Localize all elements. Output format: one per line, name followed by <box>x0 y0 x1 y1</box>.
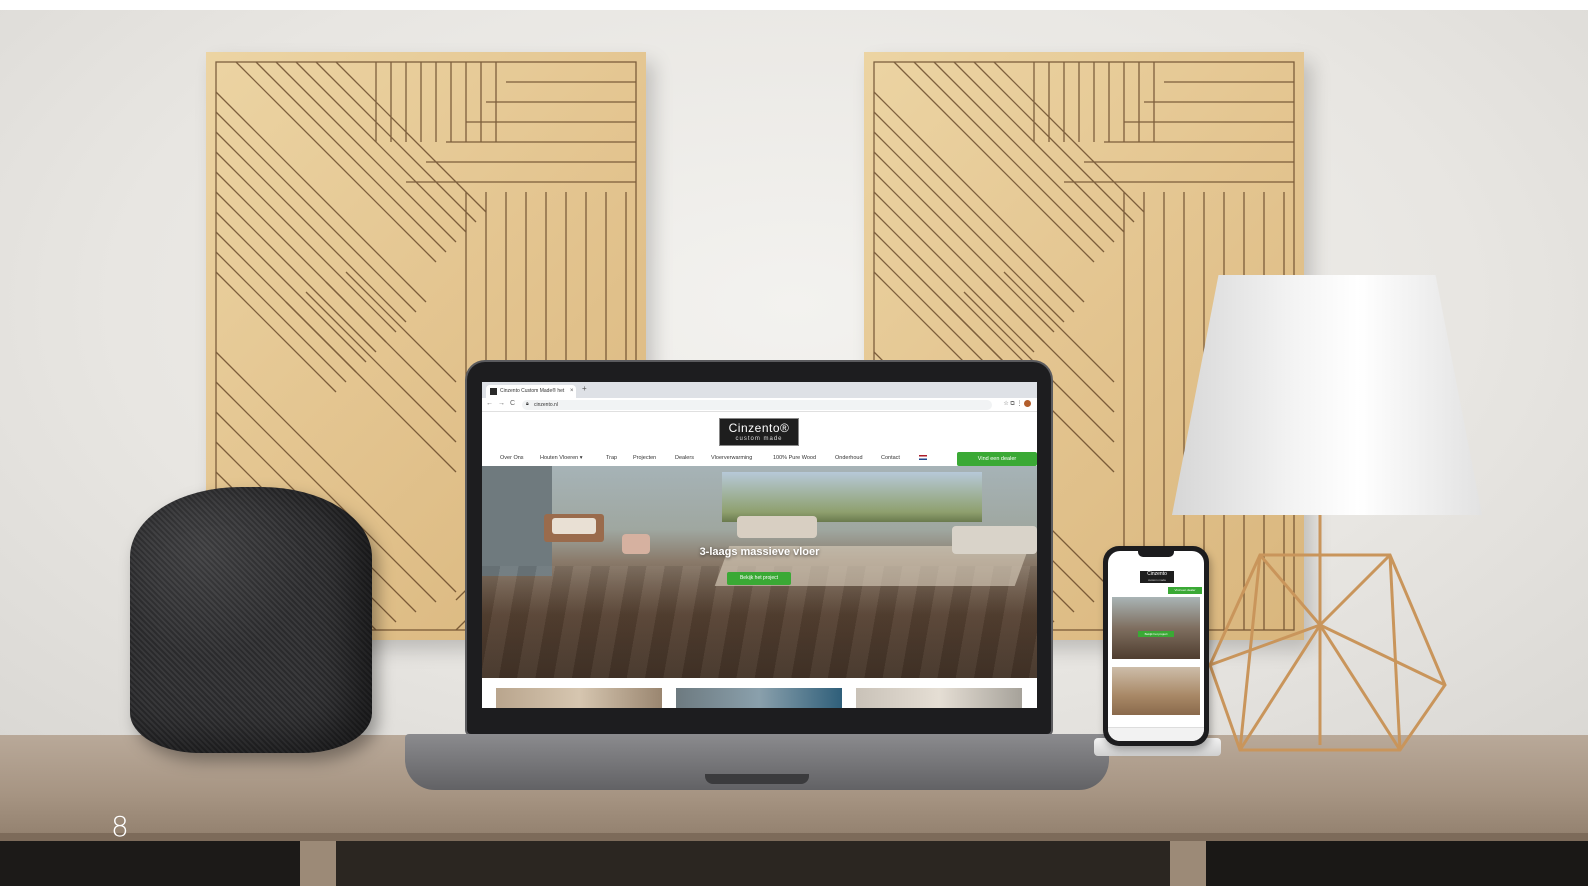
nav-projecten[interactable]: Projecten <box>633 455 656 461</box>
bookmark-extension-menu-icons[interactable]: ☆ ⧉ ⋮ <box>1003 401 1022 407</box>
nav-vloerverwarming[interactable]: Vloerverwarming <box>711 455 752 461</box>
view-project-button[interactable]: Bekijk het project <box>727 572 791 585</box>
nav-over-ons[interactable]: Over Ons <box>500 455 524 461</box>
address-bar[interactable]: 🔒︎ cinzento.nl <box>522 400 992 410</box>
close-icon[interactable]: × <box>570 388 574 394</box>
nav-contact[interactable]: Contact <box>881 455 900 461</box>
nav-dealers[interactable]: Dealers <box>675 455 694 461</box>
project-thumbnails <box>482 688 1037 708</box>
hero-wall <box>482 466 552 576</box>
phone-notch <box>1138 551 1174 557</box>
desk-cabinet <box>0 841 1588 886</box>
language-flag-icon[interactable] <box>919 455 927 460</box>
phone-find-dealer-button[interactable]: Vind een dealer <box>1168 587 1202 594</box>
nav-houten-vloeren[interactable]: Houten Vloeren ▾ <box>540 455 583 461</box>
lock-icon: 🔒︎ <box>526 401 529 407</box>
hero-image: 3-laags massieve vloer Bekijk het projec… <box>482 466 1037 678</box>
phone-browser-bar <box>1108 727 1204 741</box>
smart-speaker <box>130 487 372 753</box>
laptop-lip-notch <box>705 774 809 784</box>
phone-logo-subtitle: custom made <box>1147 578 1166 582</box>
nav-trap[interactable]: Trap <box>606 455 617 461</box>
browser-tab-bar: Cinzento Custom Made® het × + <box>482 382 1037 398</box>
site-nav: Over Ons Houten Vloeren ▾ Trap Projecten… <box>482 452 1037 466</box>
laptop-screen: Cinzento Custom Made® het × + ← → C 🔒︎ c… <box>482 382 1037 708</box>
site-header: Cinzento® custom made Over Ons Houten Vl… <box>482 412 1037 466</box>
project-thumbnail[interactable] <box>496 688 662 708</box>
cabinet-drawer-right <box>1206 841 1588 886</box>
new-tab-button[interactable]: + <box>582 384 587 393</box>
hero-armchair-cushion <box>552 518 596 534</box>
url-text: cinzento.nl <box>534 402 558 408</box>
favicon-icon <box>490 388 497 395</box>
phone-project-image[interactable] <box>1112 667 1200 715</box>
nav-pure-wood[interactable]: 100% Pure Wood <box>773 455 816 461</box>
project-thumbnail[interactable] <box>676 688 842 708</box>
phone-logo-title: Cinzento <box>1147 571 1167 577</box>
logo-title: Cinzento® <box>728 421 790 435</box>
browser-tab[interactable]: Cinzento Custom Made® het × <box>486 385 576 398</box>
toolbar-icons[interactable]: ☆ ⧉ ⋮ <box>1003 400 1031 408</box>
nav-onderhoud[interactable]: Onderhoud <box>835 455 863 461</box>
hero-title: 3-laags massieve vloer <box>699 546 820 558</box>
phone-screen: Cinzento custom made Vind een dealer Bek… <box>1108 551 1204 741</box>
product-mockup-scene: Cinzento Custom Made® het × + ← → C 🔒︎ c… <box>0 10 1588 886</box>
forward-icon[interactable]: → <box>498 400 505 407</box>
desk-edge <box>0 833 1588 841</box>
browser-toolbar: ← → C 🔒︎ cinzento.nl ☆ ⧉ ⋮ <box>482 398 1037 412</box>
back-icon[interactable]: ← <box>486 400 493 407</box>
hero-sofa <box>737 516 817 538</box>
page-number: 8 <box>111 810 129 843</box>
project-thumbnail[interactable] <box>856 688 1022 708</box>
hero-window-view <box>722 472 982 522</box>
phone-hero-image: Bekijk het project <box>1112 597 1200 659</box>
lamp-geometric-frame <box>1208 515 1447 752</box>
logo-subtitle: custom made <box>735 436 783 442</box>
reload-icon[interactable]: C <box>510 400 515 407</box>
phone-site-logo[interactable]: Cinzento custom made <box>1140 571 1174 583</box>
tab-title: Cinzento Custom Made® het <box>500 388 565 394</box>
cabinet-drawer-left <box>0 841 300 886</box>
site-logo[interactable]: Cinzento® custom made <box>719 418 799 446</box>
find-dealer-button[interactable]: Vind een dealer <box>957 452 1037 466</box>
lamp-shade <box>1172 275 1482 515</box>
profile-avatar[interactable] <box>1024 400 1031 407</box>
phone-view-project-button[interactable]: Bekijk het project <box>1138 631 1174 637</box>
cabinet-divider-left <box>300 841 336 886</box>
cabinet-divider-right <box>1170 841 1206 886</box>
